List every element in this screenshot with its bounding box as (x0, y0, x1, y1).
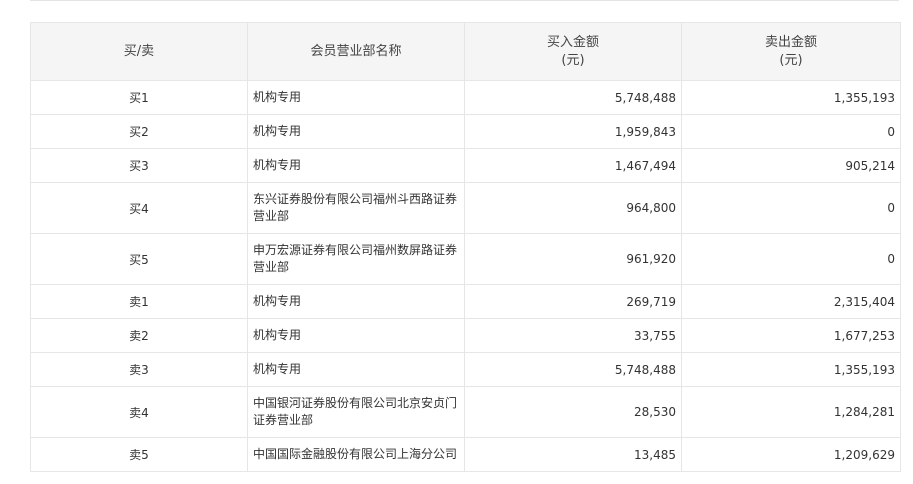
header-buy-amount: 买入金额 (元) (464, 22, 682, 81)
row-member-name: 机构专用 (247, 80, 465, 115)
top-divider (30, 0, 899, 1)
row-direction: 卖3 (30, 352, 248, 387)
row-member-name: 机构专用 (247, 114, 465, 149)
row-direction: 买3 (30, 148, 248, 183)
row-member-name: 东兴证券股份有限公司福州斗西路证券营业部 (247, 182, 465, 234)
row-buy-amount: 33,755 (464, 318, 682, 353)
row-buy-amount: 1,959,843 (464, 114, 682, 149)
row-sell-amount: 0 (681, 233, 901, 285)
header-member-name: 会员营业部名称 (247, 22, 465, 81)
row-member-name: 机构专用 (247, 352, 465, 387)
row-sell-amount: 1,284,281 (681, 386, 901, 438)
table-row: 卖1 机构专用 269,719 2,315,404 (30, 284, 901, 319)
row-member-name: 机构专用 (247, 148, 465, 183)
header-buy-amount-unit: (元) (561, 52, 585, 68)
row-sell-amount: 1,355,193 (681, 352, 901, 387)
table-row: 卖3 机构专用 5,748,488 1,355,193 (30, 352, 901, 387)
row-buy-amount: 5,748,488 (464, 80, 682, 115)
row-buy-amount: 961,920 (464, 233, 682, 285)
trading-seats-table-container: 买/卖 会员营业部名称 买入金额 (元) 卖出金额 (元) 买1 机构专用 5,… (30, 22, 901, 472)
row-direction: 卖1 (30, 284, 248, 319)
row-sell-amount: 1,677,253 (681, 318, 901, 353)
row-member-name: 机构专用 (247, 284, 465, 319)
row-buy-amount: 28,530 (464, 386, 682, 438)
row-sell-amount: 1,209,629 (681, 437, 901, 472)
row-member-name: 申万宏源证券有限公司福州数屏路证券营业部 (247, 233, 465, 285)
row-sell-amount: 1,355,193 (681, 80, 901, 115)
table-row: 买1 机构专用 5,748,488 1,355,193 (30, 80, 901, 115)
header-sell-amount-unit: (元) (779, 52, 803, 68)
header-direction: 买/卖 (30, 22, 248, 81)
table-row: 卖5 中国国际金融股份有限公司上海分公司 13,485 1,209,629 (30, 437, 901, 472)
row-sell-amount: 905,214 (681, 148, 901, 183)
row-member-name: 机构专用 (247, 318, 465, 353)
row-buy-amount: 1,467,494 (464, 148, 682, 183)
row-buy-amount: 964,800 (464, 182, 682, 234)
row-direction: 卖4 (30, 386, 248, 438)
table-row: 卖4 中国银河证券股份有限公司北京安贞门证券营业部 28,530 1,284,2… (30, 386, 901, 438)
table-row: 买2 机构专用 1,959,843 0 (30, 114, 901, 149)
header-sell-amount: 卖出金额 (元) (681, 22, 901, 81)
row-member-name: 中国国际金融股份有限公司上海分公司 (247, 437, 465, 472)
row-direction: 买5 (30, 233, 248, 285)
row-direction: 卖5 (30, 437, 248, 472)
header-sell-amount-label: 卖出金额 (764, 34, 817, 50)
trading-seats-table: 买/卖 会员营业部名称 买入金额 (元) 卖出金额 (元) 买1 机构专用 5,… (30, 22, 901, 472)
table-header: 买/卖 会员营业部名称 买入金额 (元) 卖出金额 (元) (30, 22, 901, 81)
table-row: 买5 申万宏源证券有限公司福州数屏路证券营业部 961,920 0 (30, 233, 901, 285)
row-sell-amount: 0 (681, 182, 901, 234)
row-buy-amount: 13,485 (464, 437, 682, 472)
row-sell-amount: 2,315,404 (681, 284, 901, 319)
row-sell-amount: 0 (681, 114, 901, 149)
row-buy-amount: 5,748,488 (464, 352, 682, 387)
table-body: 买1 机构专用 5,748,488 1,355,193 买2 机构专用 1,95… (30, 80, 901, 472)
header-buy-amount-label: 买入金额 (546, 34, 599, 50)
table-row: 买3 机构专用 1,467,494 905,214 (30, 148, 901, 183)
row-direction: 买2 (30, 114, 248, 149)
row-member-name: 中国银河证券股份有限公司北京安贞门证券营业部 (247, 386, 465, 438)
table-row: 卖2 机构专用 33,755 1,677,253 (30, 318, 901, 353)
header-row: 买/卖 会员营业部名称 买入金额 (元) 卖出金额 (元) (30, 22, 901, 81)
row-direction: 买4 (30, 182, 248, 234)
row-direction: 卖2 (30, 318, 248, 353)
row-buy-amount: 269,719 (464, 284, 682, 319)
table-row: 买4 东兴证券股份有限公司福州斗西路证券营业部 964,800 0 (30, 182, 901, 234)
row-direction: 买1 (30, 80, 248, 115)
